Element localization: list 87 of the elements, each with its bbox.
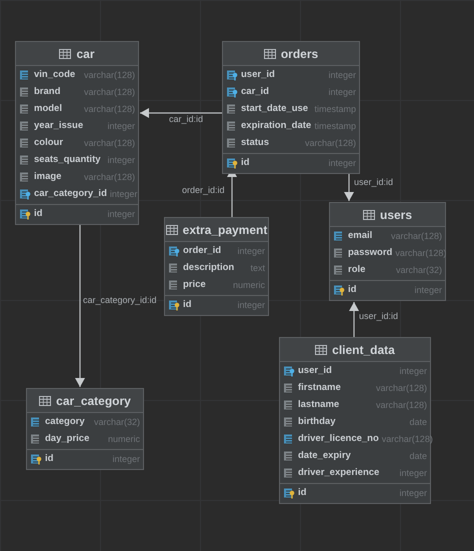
column-name: id — [348, 283, 356, 298]
column-name: driver_experience — [298, 466, 380, 480]
relation-label: car_category_id:id — [83, 296, 157, 305]
column-name: date_expiry — [298, 449, 351, 464]
column-icon — [226, 138, 238, 149]
foreign-key-icon — [226, 87, 238, 98]
primary-key-icon — [283, 488, 295, 499]
relation-label: order_id:id — [182, 186, 225, 195]
column-icon — [283, 434, 295, 445]
column-type: varchar(128) — [382, 432, 433, 446]
primary-key-icon — [19, 209, 31, 220]
column-icon — [19, 121, 31, 132]
foreign-key-icon — [168, 246, 180, 257]
table-icon — [315, 344, 328, 354]
column-name: vin_code — [34, 68, 76, 82]
column-icon — [19, 87, 31, 98]
primary-key-icon — [226, 158, 238, 169]
column-name: status — [241, 136, 269, 150]
table-name: client_data — [332, 342, 395, 358]
relation-arrow — [349, 302, 359, 337]
column-name: start_date_use — [241, 102, 308, 116]
relation-label: user_id:id — [359, 312, 398, 321]
table-name: car — [76, 46, 95, 62]
column-name: user_id — [241, 68, 275, 82]
primary-key-icon — [168, 300, 180, 311]
column-name: description — [183, 261, 234, 276]
column-name: firstname — [298, 381, 341, 396]
table-name: users — [380, 206, 412, 224]
column-name: category — [45, 415, 85, 430]
column-icon — [168, 263, 180, 274]
column-name: seats_quantity — [34, 153, 101, 168]
foreign-key-icon — [283, 366, 295, 377]
table-icon — [39, 396, 52, 406]
table-name: orders — [280, 46, 318, 62]
column-icon — [168, 280, 180, 291]
column-name: user_id — [298, 364, 332, 378]
column-icon — [333, 248, 345, 259]
column-name: price — [183, 278, 206, 292]
column-icon — [30, 434, 42, 445]
column-icon — [283, 417, 295, 428]
column-name: password — [348, 246, 392, 260]
column-icon — [333, 231, 345, 242]
table-icon — [59, 48, 72, 58]
column-icon — [283, 383, 295, 394]
column-name: brand — [34, 85, 60, 100]
primary-key-icon — [333, 285, 345, 296]
table-icon — [166, 224, 178, 234]
column-name: id — [45, 452, 54, 466]
table-icon — [264, 48, 276, 58]
column-name: order_id — [183, 244, 222, 258]
column-name: email — [348, 229, 372, 244]
column-name: lastname — [298, 398, 340, 412]
column-icon — [283, 451, 295, 462]
column-icon — [333, 265, 345, 276]
column-icon — [19, 138, 31, 149]
column-name: image — [34, 170, 62, 184]
column-icon — [19, 70, 31, 81]
column-name: model — [34, 102, 62, 116]
primary-key-icon — [30, 454, 42, 465]
column-icon — [283, 468, 295, 479]
foreign-key-icon — [19, 189, 31, 200]
column-icon — [19, 104, 31, 115]
column-icon — [19, 155, 31, 166]
column-icon — [226, 121, 238, 132]
column-name: id — [298, 486, 306, 500]
column-name: birthday — [298, 415, 336, 430]
column-name: car_id — [241, 85, 269, 100]
column-name: colour — [34, 136, 64, 150]
column-name: year_issue — [34, 119, 84, 134]
column-name: id — [241, 156, 250, 170]
column-name: id — [34, 207, 42, 222]
column-name: role — [348, 263, 366, 278]
relation-label: car_id:id — [169, 115, 204, 124]
column-name: car_category_id — [34, 187, 107, 202]
column-name: driver_licence_no — [298, 432, 379, 446]
table-name: extra_payment — [182, 222, 268, 238]
column-name: id — [183, 298, 192, 312]
table-icon — [362, 210, 375, 220]
relation-label: user_id:id — [354, 178, 394, 187]
column-name: expiration_date — [241, 119, 312, 134]
column-icon — [283, 400, 295, 411]
column-icon — [30, 417, 42, 428]
column-icon — [226, 104, 238, 115]
column-name: day_price — [45, 432, 90, 446]
column-icon — [19, 172, 31, 183]
foreign-key-icon — [226, 70, 238, 81]
table-name: car_category — [56, 392, 131, 410]
